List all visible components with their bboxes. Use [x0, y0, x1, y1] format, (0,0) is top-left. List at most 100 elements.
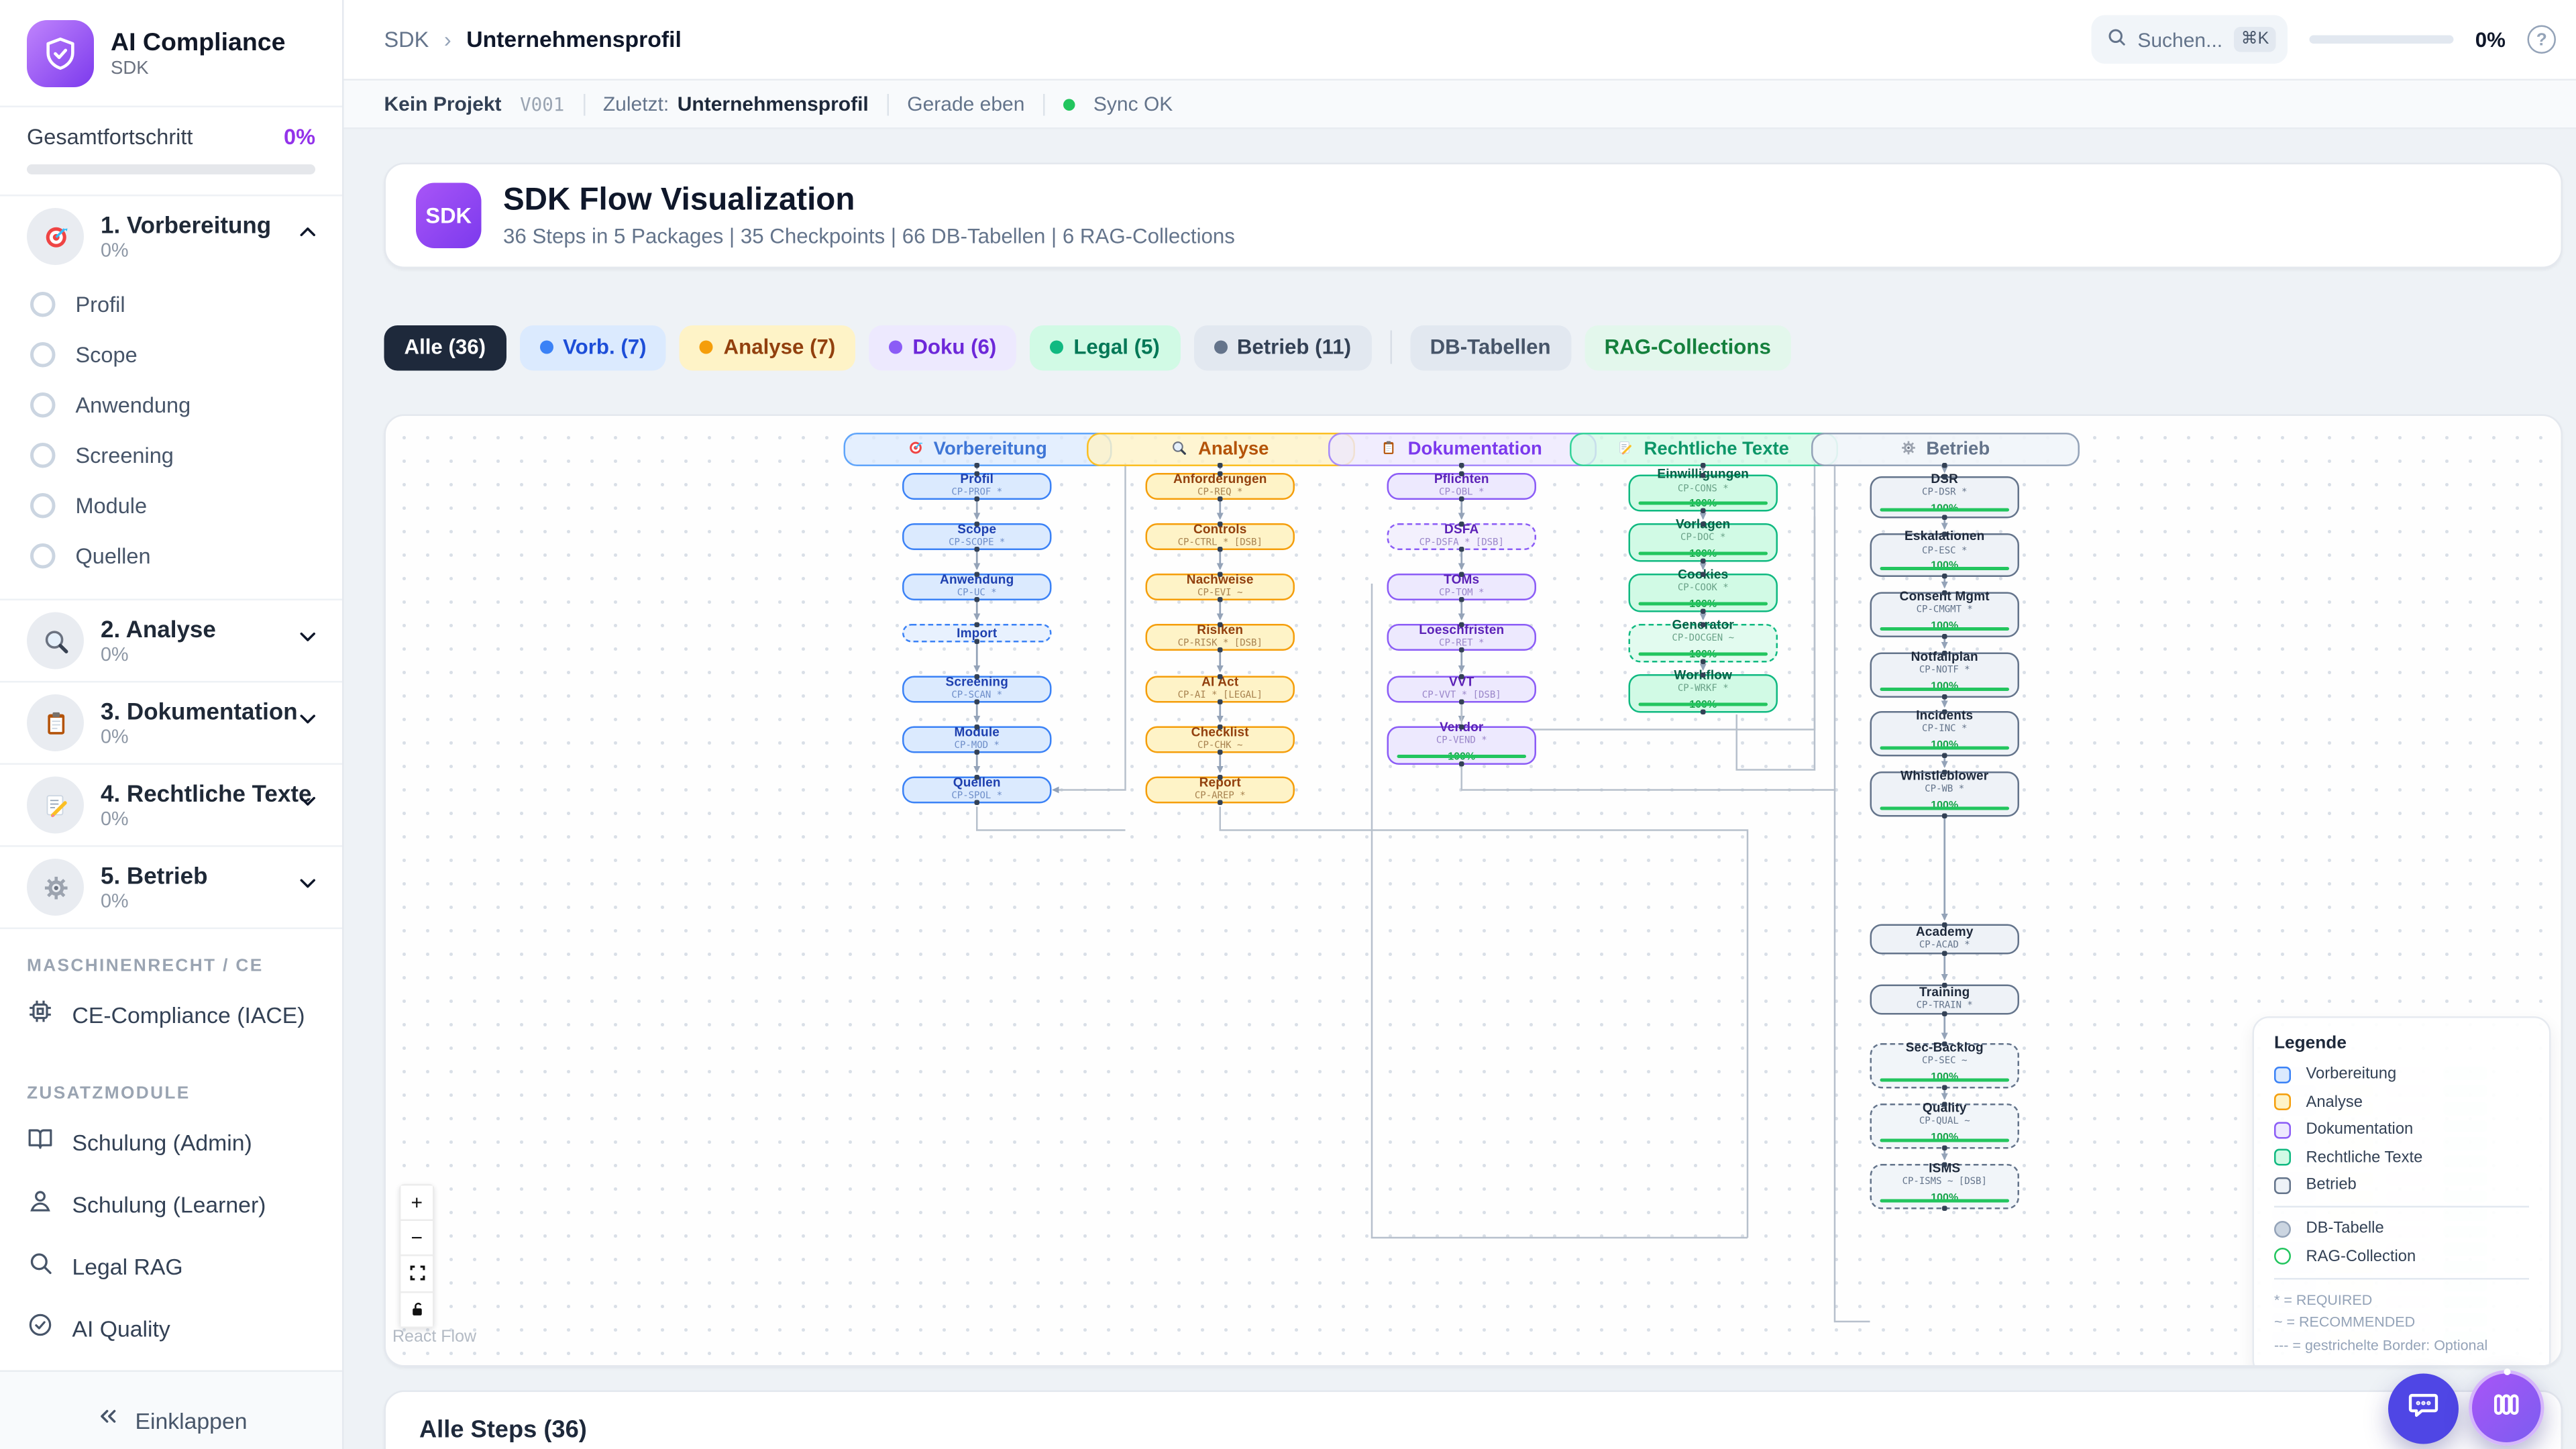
node-progress-bar: [1639, 551, 1768, 555]
flow-node-anforderungen[interactable]: AnforderungenCP-REQ *: [1146, 473, 1295, 500]
flow-group-rechtliche[interactable]: Rechtliche Texte: [1569, 433, 1837, 466]
sidebar-item-legal-rag[interactable]: Legal RAG: [0, 1236, 342, 1299]
filter-chip-legal-5[interactable]: Legal (5): [1030, 325, 1180, 370]
flow-node-controls[interactable]: ControlsCP-CTRL * [DSB]: [1146, 523, 1295, 550]
flow-node-vendor[interactable]: VendorCP-VEND *100%: [1387, 727, 1537, 765]
steps-card: Alle Steps (36): [384, 1391, 2563, 1449]
node-handle: [1942, 590, 1947, 596]
last-value: Unternehmensprofil: [678, 93, 869, 116]
flow-canvas[interactable]: LegendeVorbereitungAnalyseDokumentationR…: [386, 416, 2561, 1365]
flow-group-betrieb[interactable]: Betrieb: [1811, 433, 2079, 466]
breadcrumb: SDK › Unternehmensprofil: [384, 27, 682, 52]
flow-node-academy[interactable]: AcademyCP-ACAD *: [1870, 924, 2020, 955]
sidebar-item-screening[interactable]: Screening: [27, 429, 319, 480]
flow-node-toms[interactable]: TOMsCP-TOM *: [1387, 574, 1537, 600]
flow-node-cookies[interactable]: CookiesCP-COOK *100%: [1629, 574, 1778, 612]
legend-title: Legende: [2274, 1033, 2529, 1053]
flow-node-vvt[interactable]: VVTCP-VVT * [DSB]: [1387, 676, 1537, 703]
legend-swatch: [2274, 1177, 2291, 1193]
phase-header-5-betrieb[interactable]: 5. Betrieb0%: [27, 859, 319, 916]
flow-node-training[interactable]: TrainingCP-TRAIN *: [1870, 985, 2020, 1015]
filter-chip-vorb-7[interactable]: Vorb. (7): [519, 325, 666, 370]
flow-node-import[interactable]: Import: [902, 624, 1052, 643]
flow-node-pflichten[interactable]: PflichtenCP-OBL *: [1387, 473, 1537, 500]
flow-node-einwilligungen[interactable]: EinwilligungenCP-CONS *100%: [1629, 475, 1778, 512]
flow-node-isms[interactable]: ISMSCP-ISMS ~ [DSB]100%: [1870, 1164, 2020, 1210]
sidebar-item-ai-quality[interactable]: AI Quality: [0, 1298, 342, 1360]
phase-header-3-dokumentation[interactable]: 3. Dokumentation0%: [27, 694, 319, 751]
flow-group-vorbereitung[interactable]: Vorbereitung: [843, 433, 1111, 466]
flow-node-ai-act[interactable]: AI ActCP-AI * [LEGAL]: [1146, 676, 1295, 703]
help-icon[interactable]: ?: [2528, 25, 2557, 54]
node-progress-bar: [1880, 806, 2010, 810]
flow-group-analyse[interactable]: Analyse: [1086, 433, 1354, 466]
fit-view-button[interactable]: [399, 1256, 435, 1293]
filter-chip-label: RAG-Collections: [1605, 335, 1771, 359]
flow-node-nachweise[interactable]: NachweiseCP-EVI ~: [1146, 574, 1295, 600]
sidebar-item-scope[interactable]: Scope: [27, 329, 319, 379]
columns-fab-button[interactable]: [2469, 1371, 2544, 1446]
zoom-in-button[interactable]: +: [399, 1184, 435, 1220]
flow-group-dokumentation[interactable]: Dokumentation: [1328, 433, 1596, 466]
flow-node-consent-mgmt[interactable]: Consent MgmtCP-CMGMT *100%: [1870, 592, 2020, 638]
sidebar-item-quellen[interactable]: Quellen: [27, 530, 319, 580]
flow-node-module[interactable]: ModuleCP-MOD *: [902, 727, 1052, 753]
page-title: SDK Flow Visualization: [503, 182, 1235, 220]
lock-button[interactable]: [399, 1292, 435, 1328]
sidebar-item-anwendung[interactable]: Anwendung: [27, 379, 319, 429]
legend-label: Analyse: [2306, 1093, 2363, 1112]
phase-header-4-rechtliche-texte[interactable]: 4. Rechtliche Texte0%: [27, 777, 319, 834]
sidebar-item-label: Screening: [76, 442, 174, 468]
flow-node-workflow[interactable]: WorkflowCP-WRKF *100%: [1629, 674, 1778, 713]
zoom-out-button[interactable]: −: [399, 1220, 435, 1256]
gear-icon: [1899, 439, 1916, 461]
search-input[interactable]: Suchen... ⌘K: [2090, 15, 2287, 64]
flow-node-risiken[interactable]: RisikenCP-RISK * [DSB]: [1146, 624, 1295, 651]
chat-fab-button[interactable]: [2388, 1374, 2459, 1444]
flow-node-checklist[interactable]: ChecklistCP-CHK ~: [1146, 727, 1295, 753]
flow-node-incidents[interactable]: IncidentsCP-INC *100%: [1870, 711, 2020, 757]
node-handle: [1942, 634, 1947, 639]
sidebar-item-schulung-admin[interactable]: Schulung (Admin): [0, 1112, 342, 1175]
flow-node-scope[interactable]: ScopeCP-SCOPE *: [902, 523, 1052, 550]
sidebar-item-ce-compliance-iace[interactable]: CE-Compliance (IACE): [0, 985, 342, 1047]
flow-node-eskalationen[interactable]: EskalationenCP-ESC *100%: [1870, 533, 2020, 577]
flow-node-quality[interactable]: QualityCP-QUAL ~100%: [1870, 1104, 2020, 1149]
flow-node-sec-backlog[interactable]: Sec-BacklogCP-SEC ~100%: [1870, 1043, 2020, 1089]
collapse-button[interactable]: Einklappen: [0, 1389, 342, 1449]
flow-node-generator[interactable]: GeneratorCP-DOCGEN ~100%: [1629, 624, 1778, 663]
flow-node-profil[interactable]: ProfilCP-PROF *: [902, 473, 1052, 500]
flow-node-screening[interactable]: ScreeningCP-SCAN *: [902, 676, 1052, 703]
flow-node-anwendung[interactable]: AnwendungCP-UC *: [902, 574, 1052, 600]
flow-node-quellen[interactable]: QuellenCP-SPOL *: [902, 777, 1052, 804]
sidebar-item-label: Schulung (Admin): [72, 1130, 252, 1156]
filter-chip-rag-collections[interactable]: RAG-Collections: [1585, 325, 1791, 370]
flow-node-report[interactable]: ReportCP-AREP *: [1146, 777, 1295, 804]
phase-list: 1. Vorbereitung0% ProfilScopeAnwendung Scr…: [0, 197, 342, 930]
flow-node-vorlagen[interactable]: VorlagenCP-DOC *100%: [1629, 523, 1778, 562]
status-bar: Kein Projekt V001 Zuletzt: Unternehmensp…: [344, 80, 2576, 129]
filter-chip-alle-36[interactable]: Alle (36): [384, 325, 506, 370]
phase-section-3-dokumentation: 3. Dokumentation0%: [0, 683, 342, 765]
flow-node-loeschfristen[interactable]: LoeschfristenCP-RET *: [1387, 624, 1537, 651]
chevron-down-icon: [297, 708, 319, 738]
phase-header-1-vorbereitung[interactable]: 1. Vorbereitung0%: [27, 208, 319, 265]
search-placeholder: Suchen...: [2137, 28, 2222, 51]
filter-chip-db-tabellen[interactable]: DB-Tabellen: [1410, 325, 1571, 370]
filter-chip-betrieb-11[interactable]: Betrieb (11): [1193, 325, 1371, 370]
filter-chip-doku-6[interactable]: Doku (6): [869, 325, 1016, 370]
phase-meta: 3. Dokumentation0%: [101, 698, 280, 747]
sidebar-item-module[interactable]: Module: [27, 480, 319, 530]
legend-label: Dokumentation: [2306, 1120, 2414, 1139]
phase-header-2-analyse[interactable]: 2. Analyse0%: [27, 612, 319, 669]
phase-percent: 0%: [101, 810, 280, 830]
sidebar-item-schulung-learner[interactable]: Schulung (Learner): [0, 1174, 342, 1236]
flow-node-dsr[interactable]: DSRCP-DSR *100%: [1870, 476, 2020, 519]
flow-node-notfallplan[interactable]: NotfallplanCP-NOTF *100%: [1870, 653, 2020, 698]
filter-chip-analyse-7[interactable]: Analyse (7): [680, 325, 856, 370]
flow-node-whistleblower[interactable]: WhistleblowerCP-WB *100%: [1870, 771, 2020, 817]
breadcrumb-root[interactable]: SDK: [384, 27, 429, 52]
node-handle: [1701, 572, 1706, 578]
flow-node-dsfa[interactable]: DSFACP-DSFA * [DSB]: [1387, 523, 1537, 550]
sidebar-item-profil[interactable]: Profil: [27, 278, 319, 329]
